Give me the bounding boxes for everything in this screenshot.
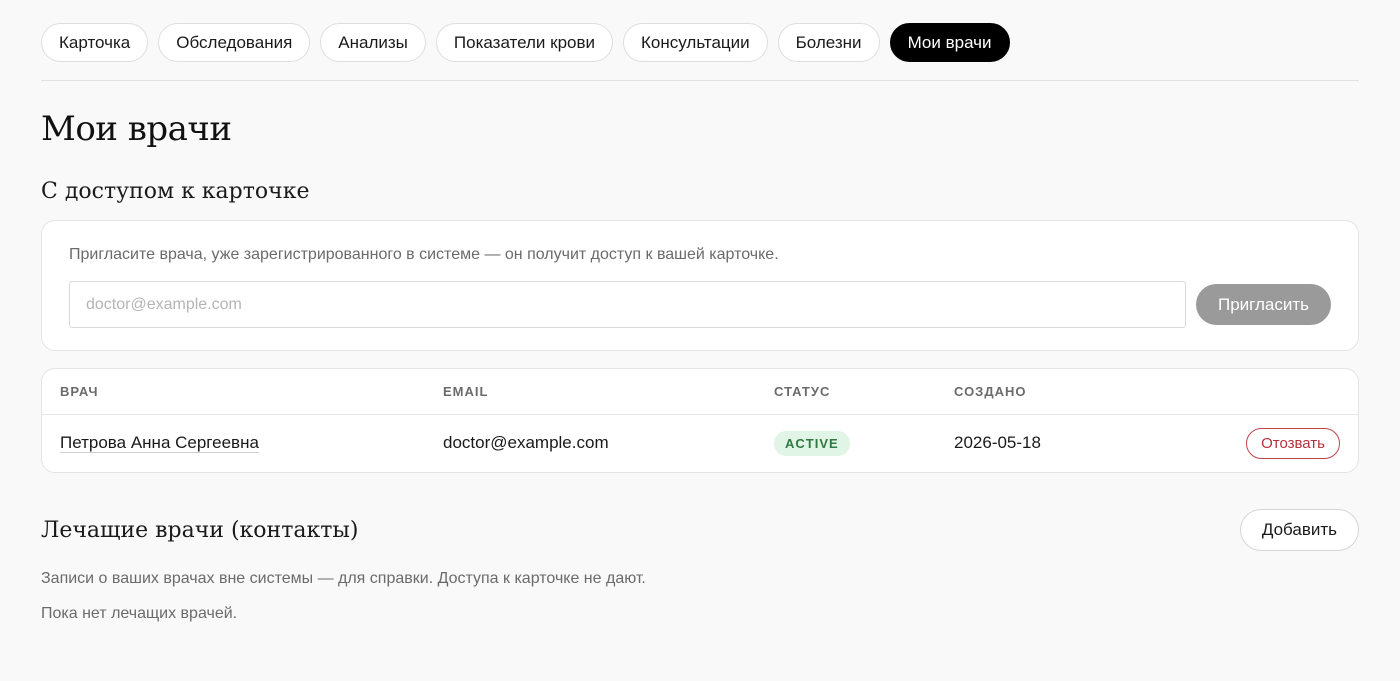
header-email: EMAIL [425, 369, 756, 415]
tab-my-doctors[interactable]: Мои врачи [889, 23, 1010, 62]
header-created: СОЗДАНО [936, 369, 1142, 415]
page-title: Мои врачи [41, 109, 232, 149]
access-section-title: С доступом к карточке [41, 179, 310, 204]
invite-row: Пригласить [69, 281, 1331, 328]
revoke-button[interactable]: Отозвать [1246, 427, 1340, 459]
access-table: ВРАЧ EMAIL СТАТУС СОЗДАНО Петрова Анна С… [42, 369, 1358, 472]
add-doctor-button[interactable]: Добавить [1239, 509, 1359, 551]
status-cell: ACTIVE [756, 414, 936, 472]
table-row: Петрова Анна Сергеевна doctor@example.co… [42, 414, 1358, 472]
tab-analyses[interactable]: Анализы [320, 23, 426, 62]
header-doctor: ВРАЧ [42, 369, 425, 415]
tab-blood-indicators[interactable]: Показатели крови [435, 23, 614, 62]
status-badge: ACTIVE [774, 430, 850, 456]
access-table-card: ВРАЧ EMAIL СТАТУС СОЗДАНО Петрова Анна С… [41, 368, 1359, 473]
treating-header: Лечащие врачи (контакты) Добавить [41, 509, 1359, 551]
tab-bar: Карточка Обследования Анализы Показатели… [41, 0, 1359, 81]
email-cell: doctor@example.com [443, 433, 609, 453]
action-cell: Отозвать [1141, 414, 1358, 472]
page: Карточка Обследования Анализы Показатели… [0, 0, 1400, 681]
tab-consultations[interactable]: Консультации [623, 23, 768, 62]
tab-examinations[interactable]: Обследования [158, 23, 311, 62]
treating-empty-state: Пока нет лечащих врачей. [41, 605, 238, 622]
treating-description: Записи о ваших врачах вне системы — для … [41, 570, 646, 587]
tab-card[interactable]: Карточка [41, 23, 149, 62]
header-status: СТАТУС [756, 369, 936, 415]
invite-email-input[interactable] [69, 281, 1186, 328]
tab-diseases[interactable]: Болезни [777, 23, 880, 62]
doctor-cell: Петрова Анна Сергеевна [42, 414, 425, 472]
invite-hint: Пригласите врача, уже зарегистрированног… [69, 246, 779, 263]
invite-button[interactable]: Пригласить [1195, 284, 1331, 325]
header-actions [1141, 369, 1358, 415]
table-header-row: ВРАЧ EMAIL СТАТУС СОЗДАНО [42, 369, 1358, 415]
doctor-name: Петрова Анна Сергеевна [60, 433, 259, 453]
invite-card: Пригласите врача, уже зарегистрированног… [41, 220, 1359, 351]
treating-section-title: Лечащие врачи (контакты) [41, 517, 359, 543]
created-cell: 2026-05-18 [954, 433, 1041, 453]
